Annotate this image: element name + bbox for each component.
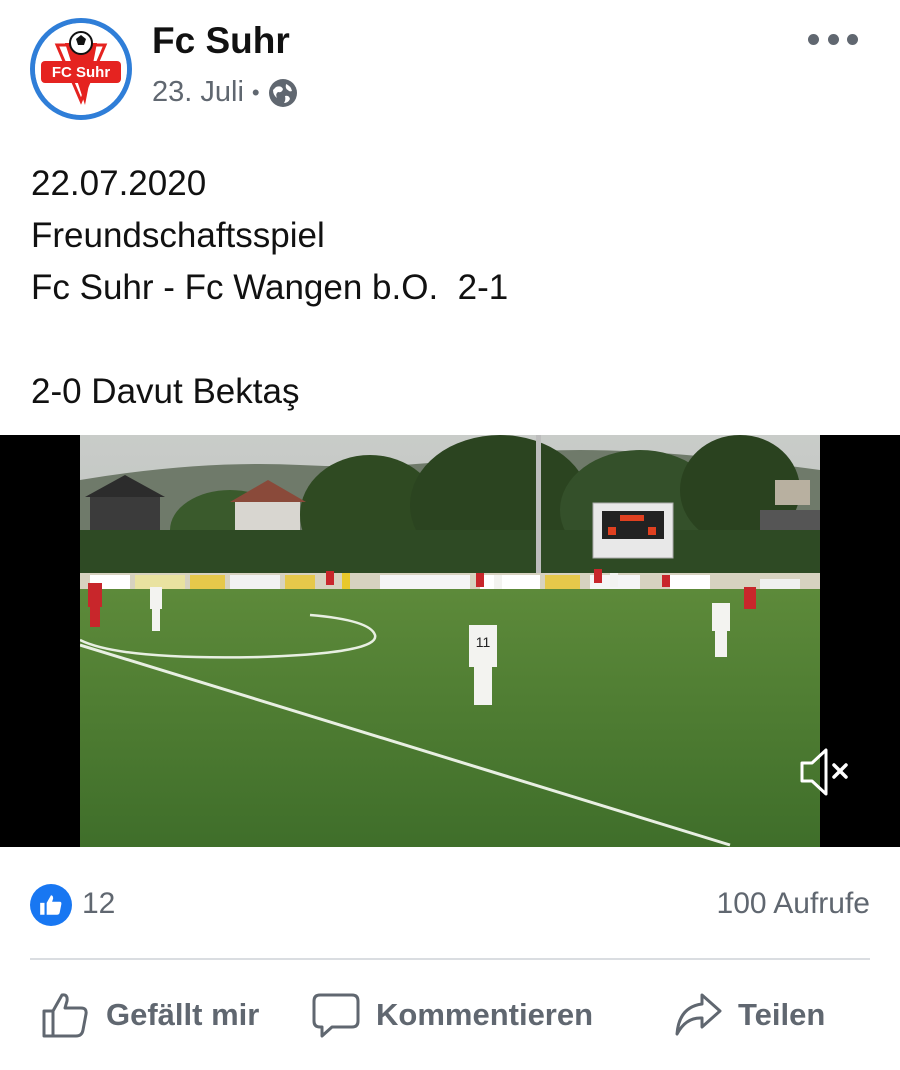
share-button[interactable]: Teilen: [672, 985, 825, 1045]
like-count[interactable]: 12: [82, 887, 115, 921]
thumbs-up-outline-icon: [42, 993, 88, 1038]
page-name[interactable]: Fc Suhr: [152, 20, 290, 62]
view-count: 100 Aufrufe: [716, 887, 870, 920]
more-dot: [827, 33, 839, 45]
svg-text:11: 11: [476, 634, 491, 650]
post-text-line: [31, 314, 871, 366]
reactions-badge[interactable]: [30, 884, 72, 926]
speaker-muted-icon[interactable]: [798, 745, 854, 799]
thumbs-up-icon: [40, 895, 62, 915]
svg-text:FC Suhr: FC Suhr: [52, 64, 110, 81]
video-frame: 11: [80, 435, 820, 847]
post-text-line: 2-0 Davut Bektaş: [31, 372, 300, 411]
comment-bubble-icon: [312, 993, 360, 1038]
post-text-line: 22.07.2020: [31, 164, 207, 203]
meta-separator: •: [251, 79, 260, 105]
page-avatar[interactable]: FC Suhr: [30, 18, 132, 120]
like-button-label: Gefällt mir: [106, 997, 260, 1032]
post-actions: Gefällt mir Kommentieren Teilen: [0, 975, 900, 1055]
share-button-label: Teilen: [738, 997, 826, 1032]
post-text-line: Fc Suhr - Fc Wangen b.O. 2-1: [31, 268, 509, 307]
more-dot: [808, 33, 819, 45]
like-button[interactable]: Gefällt mir: [40, 985, 259, 1045]
fc-suhr-logo: FC Suhr: [35, 23, 127, 115]
globe-icon: [268, 78, 297, 107]
share-arrow-icon: [675, 993, 722, 1036]
comment-button[interactable]: Kommentieren: [310, 985, 593, 1045]
post-text-line: Freundschaftsspiel: [31, 216, 325, 255]
more-options-button[interactable]: [808, 24, 858, 54]
post-header: FC Suhr Fc Suhr 23. Juli •: [0, 0, 900, 140]
divider: [30, 958, 870, 960]
more-dot: [847, 33, 858, 45]
video-player[interactable]: 11: [0, 435, 900, 847]
post-meta: 23. Juli •: [152, 76, 298, 109]
comment-button-label: Kommentieren: [376, 997, 594, 1032]
post-stats: 12 100 Aufrufe: [0, 870, 900, 940]
post-date[interactable]: 23. Juli: [152, 76, 244, 109]
post-text: 22.07.2020 Freundschaftsspiel Fc Suhr - …: [31, 158, 871, 418]
